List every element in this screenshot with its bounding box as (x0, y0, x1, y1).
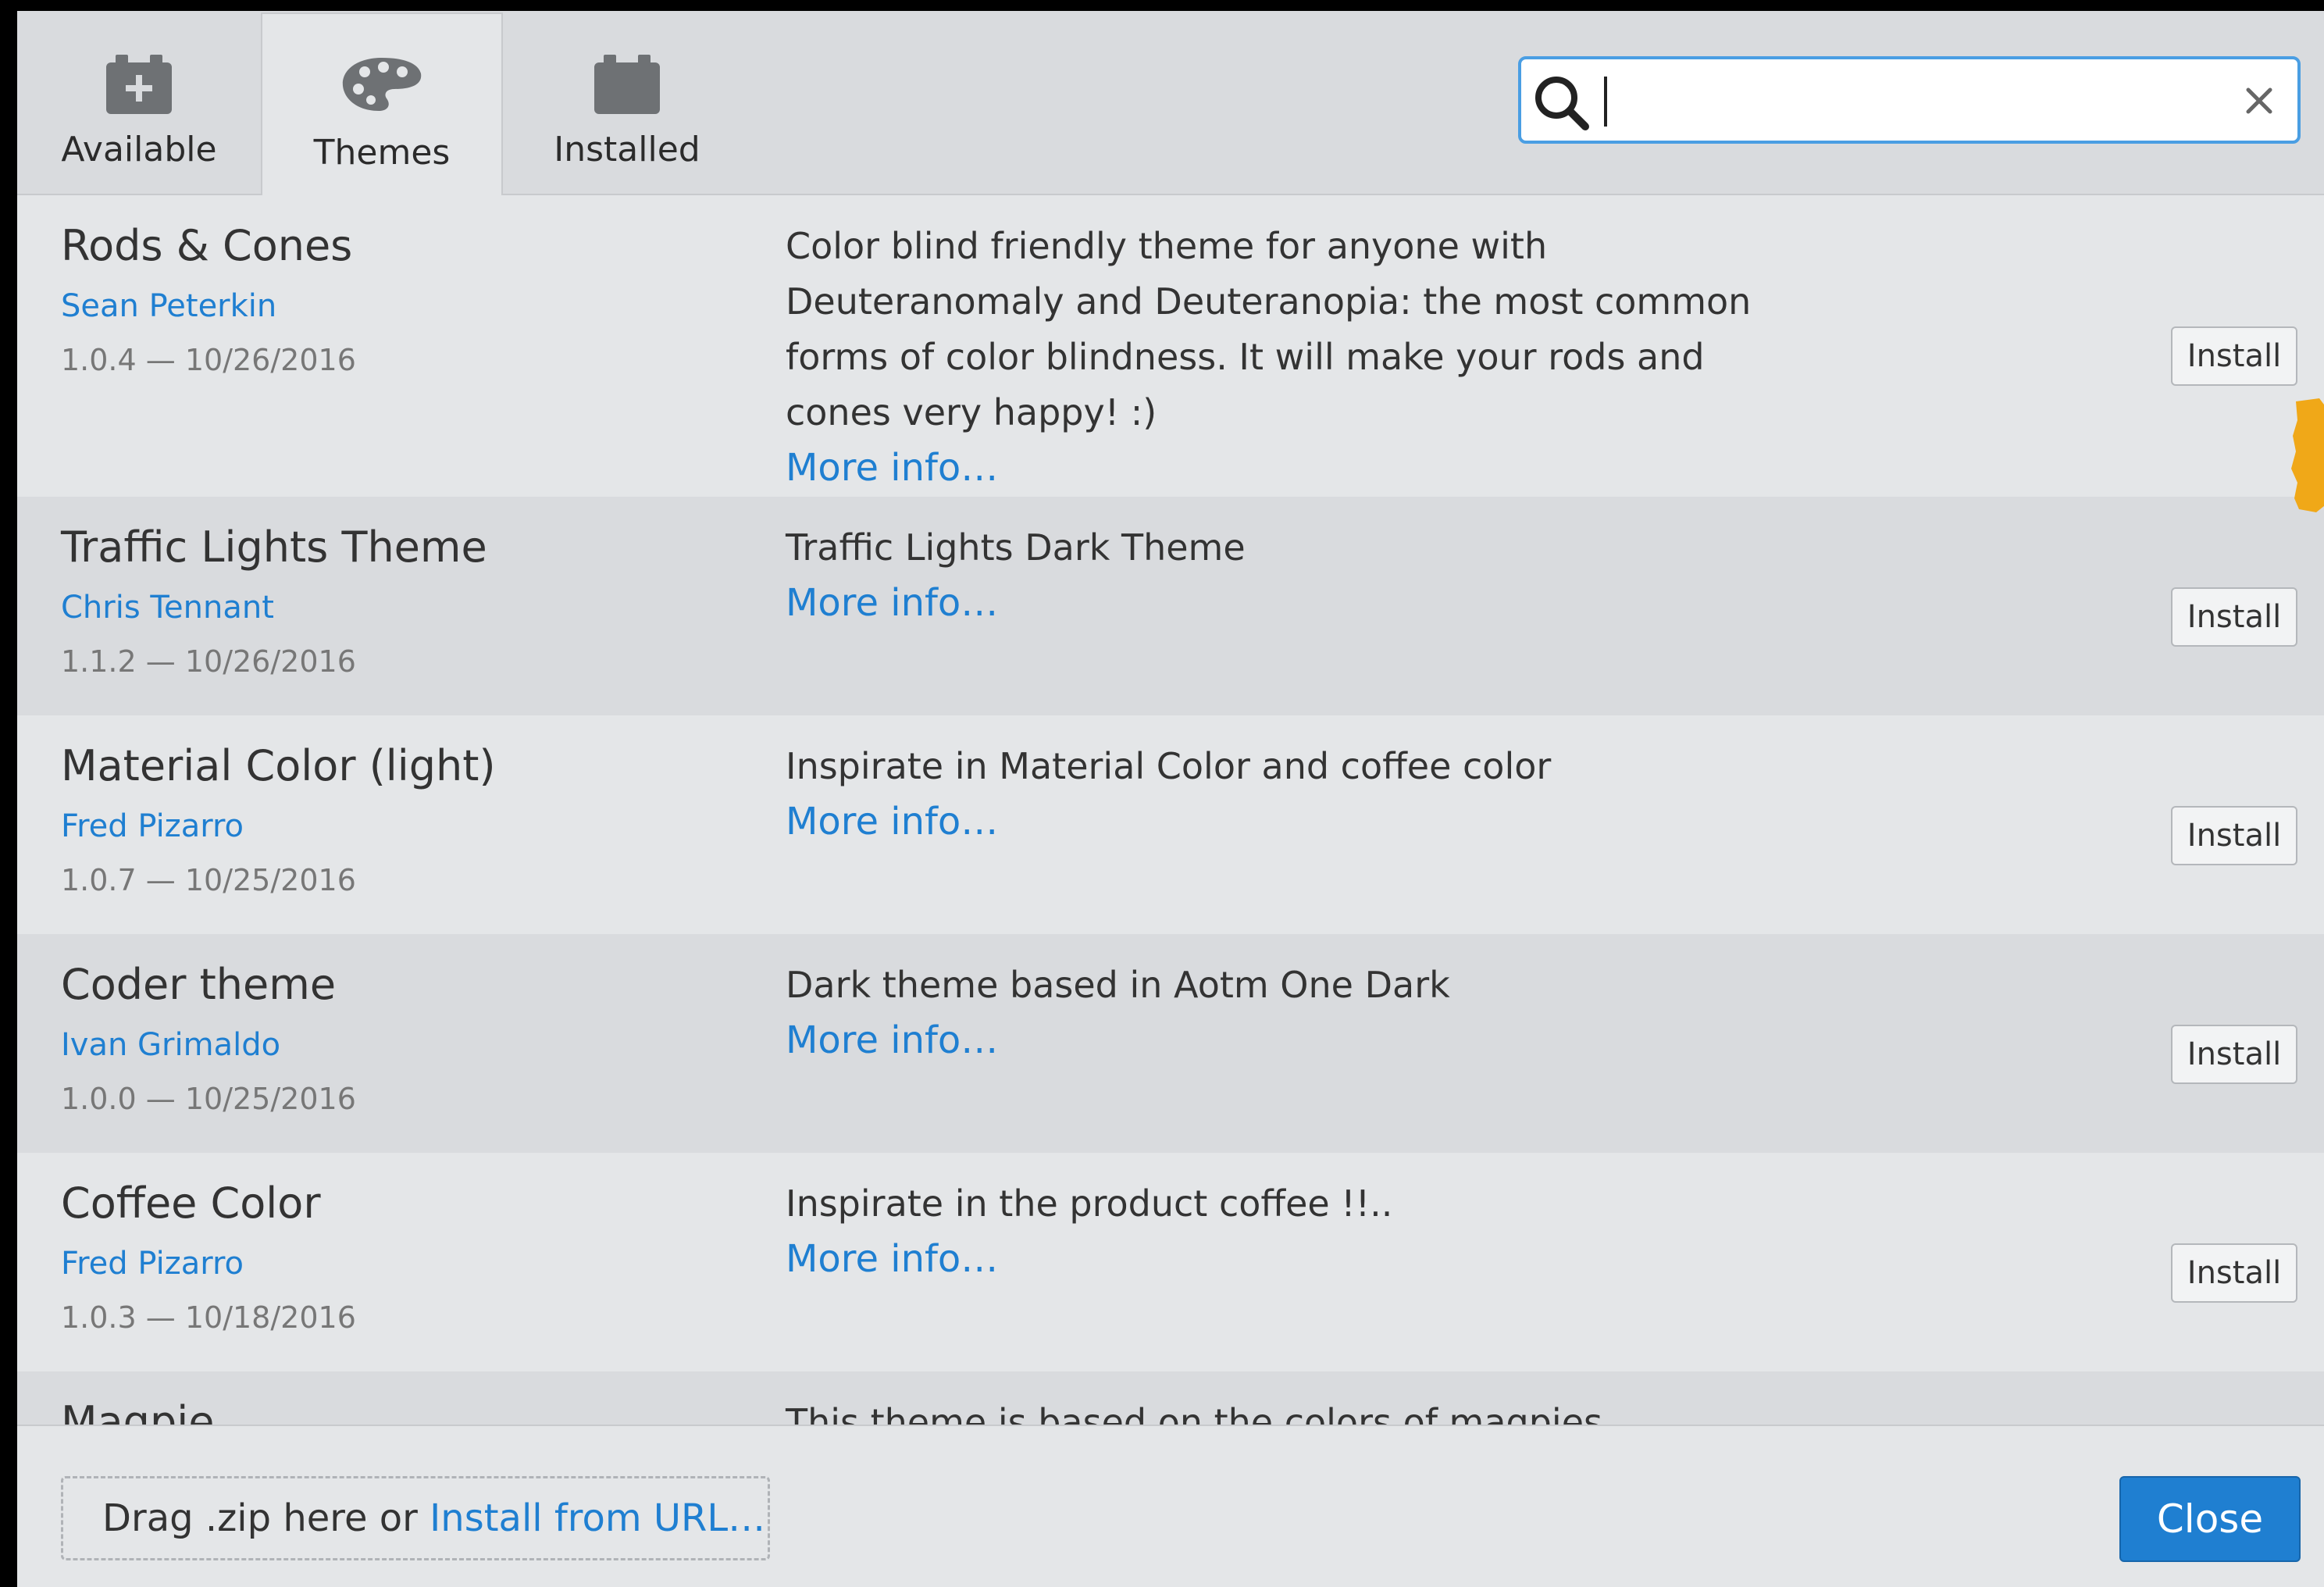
extension-version-date: 1.0.4 — 10/26/2016 (61, 343, 356, 377)
extension-description: Color blind friendly theme for anyone wi… (786, 225, 1752, 433)
extension-version-date: 1.0.0 — 10/25/2016 (61, 1082, 356, 1116)
palette-icon (340, 55, 424, 117)
install-from-url-link[interactable]: Install from URL… (430, 1496, 765, 1540)
more-info-link[interactable]: More info… (786, 576, 998, 631)
plus-box-icon (102, 52, 176, 120)
toolbar: Available Themes Installed (17, 11, 2324, 197)
extension-description-block: Dark theme based in Aotm One Dark More i… (786, 958, 1801, 1068)
box-icon (590, 52, 665, 120)
scroll-position-marker (2288, 397, 2324, 514)
text-caret (1604, 77, 1607, 127)
drop-zone-text: Drag .zip here or (102, 1496, 430, 1540)
extension-description: Traffic Lights Dark Theme (786, 526, 1246, 569)
extension-author-link[interactable]: Fred Pizarro (61, 806, 244, 847)
list-item: Coder theme Ivan Grimaldo 1.0.0 — 10/25/… (17, 934, 2324, 1153)
tab-themes[interactable]: Themes (261, 12, 503, 197)
extension-version-date: 1.0.3 — 10/18/2016 (61, 1300, 356, 1335)
close-button[interactable]: Close (2119, 1476, 2301, 1562)
clear-search-icon[interactable] (2240, 81, 2279, 120)
install-button[interactable]: Install (2171, 326, 2297, 386)
extension-version-date: 1.1.2 — 10/26/2016 (61, 644, 356, 679)
extension-description-block: Inspirate in the product coffee !!.. Mor… (786, 1176, 1801, 1287)
extension-description: Inspirate in the product coffee !!.. (786, 1182, 1393, 1225)
extension-description: Inspirate in Material Color and coffee c… (786, 745, 1552, 787)
list-item: Rods & Cones Sean Peterkin 1.0.4 — 10/26… (17, 195, 2324, 497)
list-item: Traffic Lights Theme Chris Tennant 1.1.2… (17, 497, 2324, 715)
extension-manager-dialog: Available Themes Installed Rods & Cones … (17, 11, 2324, 1587)
zip-drop-zone[interactable]: Drag .zip here or Install from URL… (61, 1476, 770, 1560)
install-button[interactable]: Install (2171, 806, 2297, 865)
footer: Drag .zip here or Install from URL… Clos… (17, 1425, 2324, 1587)
extension-author-link[interactable]: Sean Peterkin (61, 286, 276, 326)
extension-author-link[interactable]: Chris Tennant (61, 587, 274, 628)
extension-description-block: Inspirate in Material Color and coffee c… (786, 739, 1801, 850)
extension-author-link[interactable]: Fred Pizarro (61, 1243, 244, 1284)
extension-description-block: Traffic Lights Dark Theme More info… (786, 520, 1801, 631)
search-box[interactable] (1518, 56, 2301, 144)
more-info-link[interactable]: More info… (786, 1232, 998, 1287)
tab-installed-label: Installed (554, 130, 700, 169)
extension-title: Rods & Cones (61, 221, 353, 270)
tab-installed[interactable]: Installed (504, 11, 750, 194)
install-button[interactable]: Install (2171, 1025, 2297, 1084)
more-info-link[interactable]: More info… (786, 440, 998, 496)
list-item: Material Color (light) Fred Pizarro 1.0.… (17, 715, 2324, 934)
extension-description-block: Color blind friendly theme for anyone wi… (786, 219, 1801, 496)
extension-title: Coffee Color (61, 1179, 321, 1228)
more-info-link[interactable]: More info… (786, 1013, 998, 1068)
search-input[interactable] (1613, 72, 2210, 133)
extension-title: Material Color (light) (61, 741, 496, 790)
extension-version-date: 1.0.7 — 10/25/2016 (61, 863, 356, 897)
extension-author-link[interactable]: Ivan Grimaldo (61, 1025, 280, 1065)
screen-frame: Available Themes Installed Rods & Cones … (0, 0, 2324, 1587)
tab-available-label: Available (61, 130, 217, 169)
list-item: Coffee Color Fred Pizarro 1.0.3 — 10/18/… (17, 1153, 2324, 1371)
extension-description: Dark theme based in Aotm One Dark (786, 964, 1450, 1006)
more-info-link[interactable]: More info… (786, 794, 998, 850)
extension-title: Traffic Lights Theme (61, 522, 487, 572)
install-button[interactable]: Install (2171, 1243, 2297, 1303)
install-button[interactable]: Install (2171, 587, 2297, 647)
extension-list[interactable]: Rods & Cones Sean Peterkin 1.0.4 — 10/26… (17, 195, 2324, 1434)
tab-available[interactable]: Available (17, 11, 261, 194)
extension-title: Coder theme (61, 960, 337, 1009)
tab-themes-label: Themes (313, 133, 451, 173)
search-icon (1532, 73, 1592, 133)
